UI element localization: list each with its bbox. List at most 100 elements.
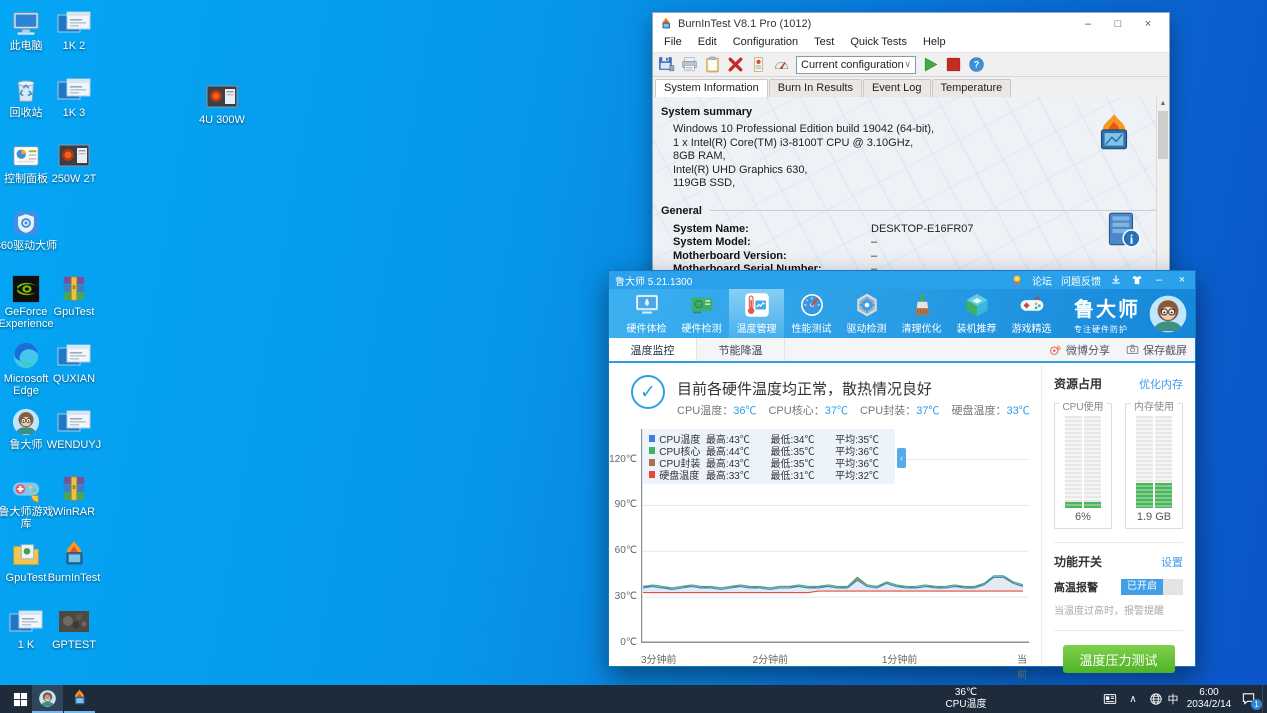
nav-item-0[interactable]: 硬件体检 [619,289,674,338]
svg-text:?: ? [974,60,980,70]
desktop-icon-11[interactable]: 1K 3 [42,75,106,119]
desktop-icon-13[interactable]: GpuTest [42,274,106,318]
ludashi-window: 鲁大师 5.21.1300 论坛 问题反馈 – × 硬件体检 硬件检测 温度管理 性能… [608,270,1196,713]
action-center-icon[interactable]: 1 [1238,685,1262,713]
menu-item-4[interactable]: Quick Tests [842,35,915,52]
nav-item-2[interactable]: 温度管理 [729,289,784,338]
legend-swatch [649,446,656,454]
tab-3[interactable]: Temperature [931,79,1012,97]
ludashi-avatar-icon [9,407,43,437]
save-icon[interactable] [658,56,675,73]
network-globe-icon[interactable] [1146,685,1166,713]
alarm-toggle[interactable]: 已开启 [1121,579,1183,595]
legend-collapse-button[interactable]: ‹ [897,448,906,468]
scrollbar-thumb[interactable] [1158,111,1168,159]
print-icon[interactable] [681,56,698,73]
menu-item-0[interactable]: File [656,35,690,52]
action-1[interactable]: 保存截屏 [1126,342,1187,358]
desktop-icon-14[interactable]: QUXIAN [42,341,106,385]
optimize-memory-link[interactable]: 优化内存 [1139,376,1183,392]
temp-stat-label: CPU温度： [677,405,734,417]
clipboard-icon[interactable] [704,56,721,73]
ludashi-tab-row: 温度监控 节能降温 微博分享 保存截屏 [609,338,1195,363]
general-row-value: DESKTOP-E16FR07 [871,222,974,235]
close-button[interactable]: × [1133,18,1163,30]
forum-link[interactable]: 论坛 [1032,273,1052,288]
nav-item-4[interactable]: 驱动检测 [839,289,894,338]
taskbar-cpu-temp[interactable]: 36℃ CPU温度 [925,687,1007,711]
desktop-icon-17[interactable]: BurnInTest [42,540,106,584]
gauge-fill [1136,483,1172,508]
desktop-icon-12[interactable]: 250W 2T [42,141,106,185]
screenshot-blue-icon [9,607,43,637]
gauge-value: 6% [1075,511,1091,523]
svg-text:i: i [1130,233,1134,247]
ludashi-tab-0[interactable]: 温度监控 [609,338,697,361]
tray-widget-icon[interactable] [1098,685,1122,713]
hidden-icons-chevron[interactable]: ∧ [1122,685,1144,713]
taskbar-app-ludashi[interactable] [32,685,63,713]
action-0[interactable]: 微博分享 [1049,342,1110,358]
alarm-toggle-state: 已开启 [1121,579,1163,595]
desktop-icon-19[interactable]: 4U 300W [190,82,254,126]
nav-item-7[interactable]: 游戏精选 [1004,289,1059,338]
nav-item-3[interactable]: 性能测试 [784,289,839,338]
shield360-icon [9,208,43,238]
legend-series-name: 硬盘温度 [659,470,700,482]
desktop-icon-10[interactable]: 1K 2 [42,8,106,52]
feedback-link[interactable]: 问题反馈 [1061,273,1101,288]
nav-item-5[interactable]: 清理优化 [894,289,949,338]
gauge-0: CPU使用 6% [1054,398,1112,529]
desktop-icon-label: 1K 2 [62,40,86,52]
minimize-button[interactable]: – [1073,18,1103,30]
menu-item-2[interactable]: Configuration [725,35,806,52]
logo-name: 鲁大师 [1074,298,1140,321]
taskbar-clock[interactable]: 6:00 2034/2/14 [1182,687,1236,711]
taskbar-app-burnintest[interactable] [64,685,95,713]
x-tick-label: 当前 [1017,655,1027,681]
skin-icon[interactable] [1131,274,1143,286]
screenshot-blue-icon [57,407,91,437]
delete-icon[interactable] [727,56,744,73]
stop-test-icon[interactable] [945,56,962,73]
menu-item-1[interactable]: Edit [690,35,725,52]
gauge-icon[interactable] [773,56,790,73]
menu-item-3[interactable]: Test [806,35,842,52]
taskbar-temp-value: 36℃ [954,687,978,698]
desktop-icon-16[interactable]: WinRAR [42,474,106,518]
certificate-icon[interactable] [750,56,767,73]
nav-item-6[interactable]: 装机推荐 [949,289,1004,338]
configuration-select[interactable]: Current configuration ∨ [796,55,916,74]
burnintest-window-title: BurnInTest V8.1 Pro (1012) [678,18,812,30]
series-CPU温度 [642,576,1024,591]
nav-item-1[interactable]: 硬件检测 [674,289,729,338]
menu-item-5[interactable]: Help [915,35,954,52]
help-icon[interactable]: ? [968,56,985,73]
ludashi-titlebar[interactable]: 鲁大师 5.21.1300 论坛 问题反馈 – × [609,271,1195,289]
download-icon[interactable] [1110,274,1122,286]
tab-2[interactable]: Event Log [862,79,931,97]
desktop-icon-18[interactable]: GPTEST [42,607,106,651]
nav-item-label: 清理优化 [901,324,942,335]
medal-icon[interactable] [1011,274,1023,286]
tab-0[interactable]: System Information [655,79,768,98]
close-button[interactable]: × [1175,274,1189,286]
resource-sidebar: 资源占用 优化内存 CPU使用 6% 内存使用 1.9 GB 功能开关 设置 高温报警… [1041,365,1195,713]
burnintest-titlebar[interactable]: BurnInTest V8.1 Pro (1012) – □ × [653,13,1169,35]
stress-test-button[interactable]: 温度压力测试 [1062,645,1175,673]
y-tick-label: 30℃ [614,591,637,603]
minimize-button[interactable]: – [1152,274,1166,286]
ime-indicator[interactable]: 中 [1164,685,1182,713]
screenshot-blue-icon [57,8,91,38]
maximize-button[interactable]: □ [1103,18,1133,30]
brush-icon [909,292,935,318]
desktop-icon-3[interactable]: 360驱动大师 [0,208,58,252]
scroll-up-arrow[interactable]: ▲ [1157,97,1169,110]
show-desktop-button[interactable] [1262,685,1267,713]
start-test-icon[interactable] [922,56,939,73]
tab-1[interactable]: Burn In Results [768,79,862,97]
desktop-icon-15[interactable]: WENDUYJ [42,407,106,451]
settings-link[interactable]: 设置 [1161,554,1183,570]
ludashi-tab-1[interactable]: 节能降温 [697,338,785,361]
temp-stat-2: CPU封装：37℃ [860,402,939,418]
